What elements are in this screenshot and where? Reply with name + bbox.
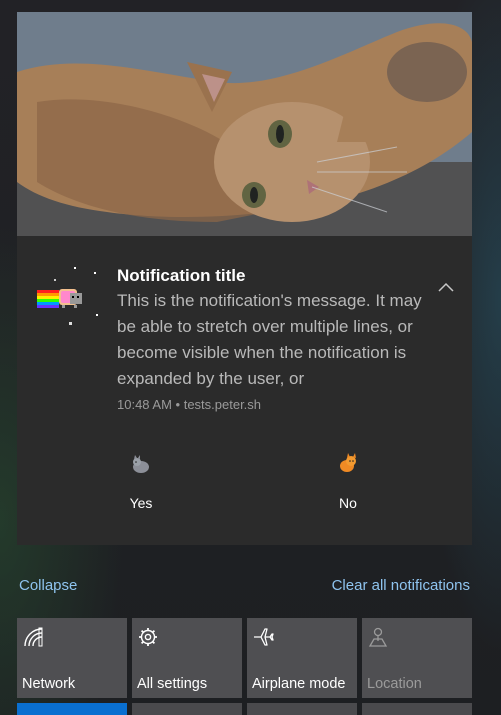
action-button-no[interactable]: No — [288, 452, 408, 532]
quick-action-label: Airplane mode — [252, 676, 346, 692]
quick-action-tile-partial[interactable] — [362, 703, 472, 715]
quick-action-tile-partial[interactable] — [247, 703, 357, 715]
collapse-chevron-up-icon[interactable] — [437, 280, 455, 294]
notification-title: Notification title — [117, 266, 246, 285]
action-label-yes: Yes — [129, 495, 153, 511]
action-label-no: No — [339, 495, 357, 511]
clear-all-notifications-link[interactable]: Clear all notifications — [332, 577, 470, 594]
notification-toast[interactable]: Notification title This is the notificat… — [17, 12, 472, 545]
gear-icon — [137, 626, 159, 648]
cat-grey-icon — [129, 452, 153, 476]
notification-message: This is the notification's message. It m… — [117, 291, 422, 388]
notification-timestamp-source: 10:48 AM • tests.peter.sh — [117, 397, 262, 412]
quick-action-tile-partial[interactable] — [132, 703, 242, 715]
network-icon — [22, 626, 44, 648]
quick-action-airplane-mode[interactable]: Airplane mode — [247, 618, 357, 698]
quick-action-network[interactable]: Network — [17, 618, 127, 698]
quick-action-all-settings[interactable]: All settings — [132, 618, 242, 698]
collapse-link[interactable]: Collapse — [19, 577, 77, 594]
quick-action-label: All settings — [137, 676, 208, 692]
quick-action-tile-partial[interactable] — [17, 703, 127, 715]
cat-orange-icon — [336, 452, 360, 476]
app-logo-icon — [34, 267, 104, 337]
location-icon — [367, 626, 389, 648]
quick-action-label: Network — [22, 676, 76, 692]
action-button-yes[interactable]: Yes — [81, 452, 201, 532]
airplane-icon — [252, 626, 274, 648]
quick-action-location[interactable]: Location — [362, 618, 472, 698]
quick-action-label: Location — [367, 676, 422, 692]
hero-image-cat — [17, 12, 472, 236]
